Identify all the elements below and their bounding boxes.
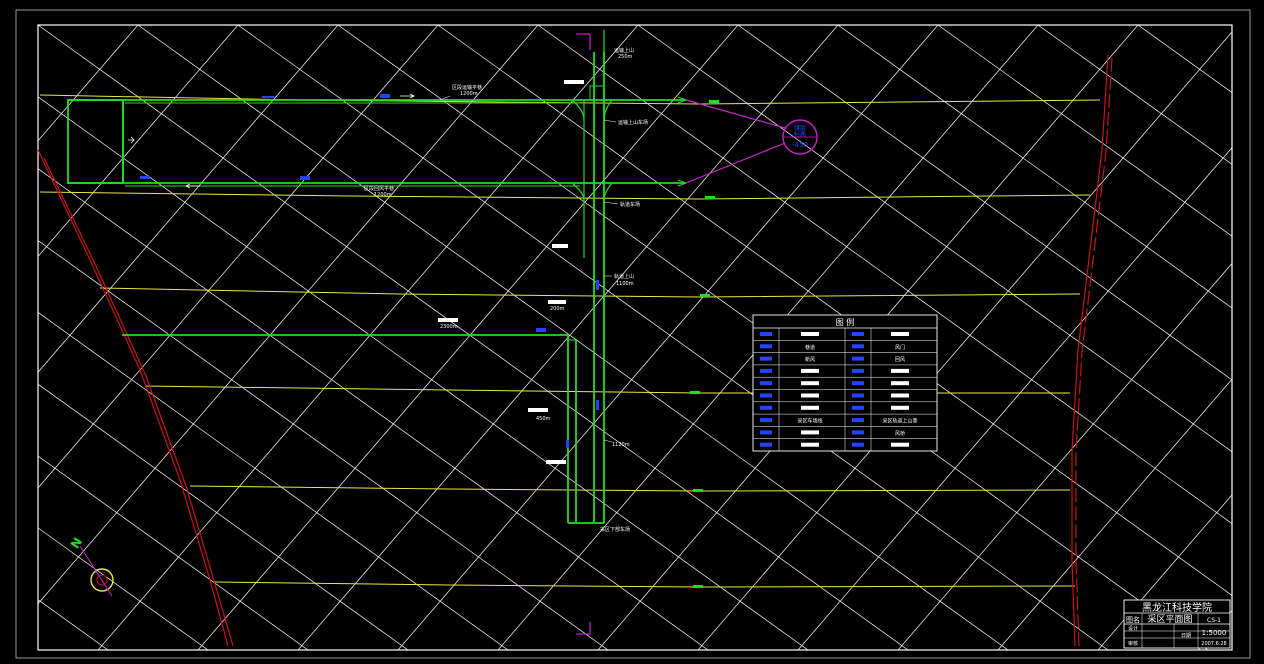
label-lower-gate: 区段回风平巷 xyxy=(364,185,394,192)
box-icon xyxy=(852,418,864,423)
pipe-icon xyxy=(760,368,772,373)
title-school: 黑龙江科技学院 xyxy=(1142,601,1212,614)
legend-text-block xyxy=(891,381,909,386)
legend-text-block xyxy=(891,442,909,447)
title-drawing-no: CS-1 xyxy=(1207,617,1221,624)
gauge-icon xyxy=(760,393,772,398)
door-icon xyxy=(852,344,864,349)
legend-text-block xyxy=(891,405,909,410)
label-middle-hill-len: 1100m xyxy=(616,281,634,287)
title-block[interactable]: 黑龙江科技学院 图名 采区平面图 CS-1 1:5000 设计 审核 日期 20… xyxy=(1123,599,1231,649)
bracket-icon xyxy=(760,418,772,423)
label-lower-gate-len: 1200m xyxy=(374,192,392,198)
legend-text-block xyxy=(891,368,909,373)
tag-bottom: 采区下部车场 xyxy=(600,526,630,533)
legend-text-block xyxy=(801,381,819,386)
title-date: 2007.6.28 xyxy=(1201,641,1226,647)
legend-text-block xyxy=(891,332,909,336)
sensor-icon xyxy=(760,381,772,386)
label-upper-gate: 区段运输平巷 xyxy=(452,84,482,91)
title-drawing-name: 采区平面图 xyxy=(1147,614,1192,625)
legend-text-block xyxy=(801,430,819,435)
label-1120: 1120m xyxy=(612,442,630,448)
legend-text-block xyxy=(801,332,819,336)
legend-title: 图 例 xyxy=(836,317,855,327)
cad-drawing-canvas[interactable]: 煤层 标高 -450 区段运输平巷 1200m 区段回风平巷 1200m 运输上… xyxy=(0,0,1264,664)
drain-icon xyxy=(760,442,772,447)
callout-line2: 标高 xyxy=(794,130,806,138)
legend-text-block xyxy=(891,393,909,398)
label-200: 200m xyxy=(550,306,565,312)
legend-text: 回风 xyxy=(895,357,905,363)
tag-icon xyxy=(760,405,772,410)
legend-text: 采区车场线 xyxy=(797,418,822,425)
return-air-icon xyxy=(852,356,864,361)
tag-upper-junction: 运输上山车场 xyxy=(618,119,648,126)
legend-text-block xyxy=(801,442,819,447)
label-top-hill-len: 250m xyxy=(618,54,633,60)
title-date-label: 日期 xyxy=(1181,633,1191,639)
legend-text-block xyxy=(801,393,819,398)
cross-icon xyxy=(852,430,864,435)
shaft-icon xyxy=(760,332,772,336)
fresh-air-arrow-icon xyxy=(760,356,772,361)
elevation-callout[interactable]: 煤层 标高 -450 xyxy=(782,119,818,155)
title-scale: 1:5000 xyxy=(1202,629,1227,637)
lamp-icon xyxy=(852,393,864,398)
flag-icon xyxy=(852,442,864,447)
legend-table[interactable]: 图 例 巷道 风门新风 回风采区车场线 采区轨道上山巷风桥 xyxy=(752,314,938,452)
label-middle-hill: 轨道上山 xyxy=(614,273,634,280)
callout-line3: -450 xyxy=(792,141,808,149)
arrow-line-icon xyxy=(760,344,772,349)
legend-text: 巷道 xyxy=(805,344,815,351)
label-450: 450m xyxy=(536,416,551,422)
label-left-drift: 2300m xyxy=(440,324,458,330)
fan-icon xyxy=(852,332,864,336)
title-design-label: 设计 xyxy=(1128,625,1138,632)
legend-text: 风桥 xyxy=(895,430,905,437)
station-icon xyxy=(852,381,864,386)
seal-icon xyxy=(760,430,772,435)
tag-lower-junction: 轨道车场 xyxy=(620,201,640,208)
title-drawing-name-label: 图名 xyxy=(1126,615,1140,624)
label-upper-gate-len: 1200m xyxy=(460,91,478,97)
title-check-label: 审核 xyxy=(1128,640,1138,647)
marker-icon xyxy=(852,405,864,410)
legend-text-block xyxy=(801,368,819,373)
legend-text-block xyxy=(801,405,819,410)
legend-text: 风门 xyxy=(895,344,905,351)
label-top-hill: 运输上山 xyxy=(614,47,634,54)
pump-icon xyxy=(852,368,864,373)
legend-text: 采区轨道上山巷 xyxy=(882,418,917,425)
legend-text: 新风 xyxy=(805,356,815,363)
